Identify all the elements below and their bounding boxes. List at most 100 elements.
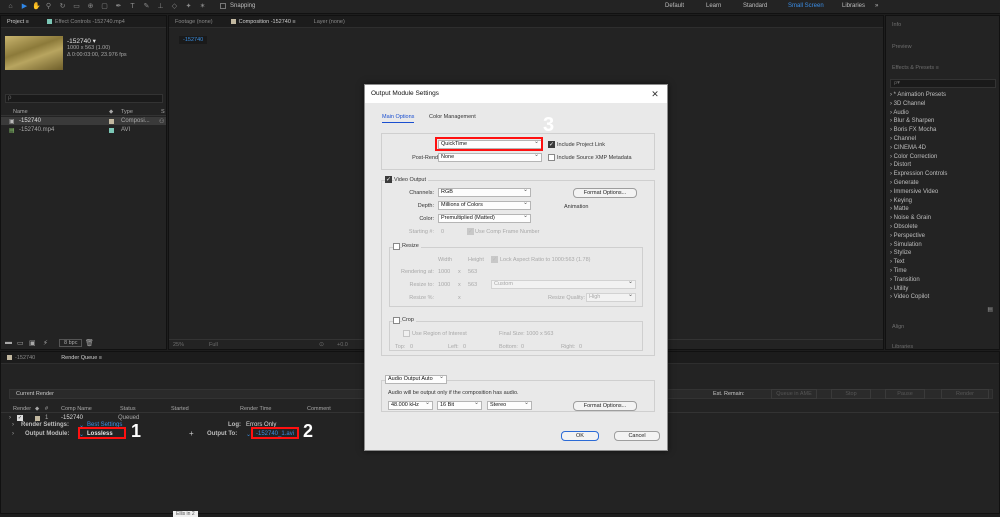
use-roi-checkbox[interactable]: [403, 330, 410, 337]
col-number[interactable]: #: [45, 406, 48, 412]
channels-dropdown[interactable]: RGB: [438, 187, 531, 197]
workspace-learn[interactable]: Learn: [706, 3, 721, 9]
new-bin-icon[interactable]: ▤: [987, 306, 993, 313]
crop-left-value[interactable]: 0: [463, 344, 466, 350]
audio-bits-dropdown[interactable]: 16 Bit: [437, 400, 482, 410]
effects-category[interactable]: › Time: [890, 267, 907, 276]
crop-checkbox[interactable]: [393, 317, 400, 324]
zoom-tool-icon[interactable]: ⚲: [44, 2, 53, 11]
effects-category[interactable]: › Channel: [890, 135, 916, 144]
tab-composition[interactable]: Composition -152740 ≡: [230, 19, 296, 25]
libraries-panel-title[interactable]: Libraries: [892, 344, 913, 350]
audio-output-dropdown[interactable]: Audio Output Auto: [385, 374, 447, 384]
trash-icon[interactable]: 🗑: [85, 339, 94, 347]
effects-category[interactable]: › Simulation: [890, 241, 922, 250]
expand-arrow-icon[interactable]: ›: [12, 431, 14, 437]
camera-tool-icon[interactable]: ▭: [72, 2, 81, 11]
resize-to-preset-dropdown[interactable]: Custom: [491, 279, 636, 289]
effects-category[interactable]: › Transition: [890, 276, 920, 285]
selection-tool-icon[interactable]: ▶: [20, 2, 29, 11]
lock-aspect-checkbox[interactable]: ✓: [491, 256, 498, 263]
col-name[interactable]: Name: [13, 109, 28, 115]
close-icon[interactable]: ✕: [649, 88, 661, 100]
col-render[interactable]: Render: [13, 406, 31, 412]
effects-category[interactable]: › Audio: [890, 109, 909, 118]
workspace-standard[interactable]: Standard: [743, 3, 767, 9]
include-xmp-checkbox[interactable]: [548, 154, 555, 161]
resize-to-height[interactable]: 563: [468, 282, 477, 288]
effects-category[interactable]: › Utility: [890, 285, 908, 294]
render-button[interactable]: Render: [941, 389, 989, 399]
ok-button[interactable]: OK: [561, 431, 599, 441]
project-row-footage[interactable]: ▤ -152740.mp4 AVI: [1, 126, 166, 134]
effects-category[interactable]: › * Animation Presets: [890, 91, 946, 100]
tab-timeline[interactable]: -152740: [7, 355, 35, 361]
effects-search-input[interactable]: ρ▾: [890, 79, 996, 88]
project-search-input[interactable]: ρ: [5, 94, 163, 103]
item-name[interactable]: -152740 ▾: [67, 37, 96, 45]
roto-tool-icon[interactable]: ✦: [184, 2, 193, 11]
flowchart-icon[interactable]: ⚡: [43, 339, 48, 347]
exposure-value[interactable]: +0.0: [337, 342, 348, 348]
rotate-tool-icon[interactable]: ↻: [58, 2, 67, 11]
type-tool-icon[interactable]: T: [128, 2, 137, 11]
effects-category[interactable]: › Color Correction: [890, 153, 937, 162]
tab-render-queue[interactable]: Render Queue ≡: [61, 355, 102, 361]
starting-value[interactable]: 0: [441, 229, 444, 235]
include-project-link-checkbox[interactable]: ✓: [548, 141, 555, 148]
effects-category[interactable]: › Generate: [890, 179, 919, 188]
project-row-comp[interactable]: ▣ -152740 Composi... ⚇: [1, 117, 166, 125]
col-render-time[interactable]: Render Time: [240, 406, 272, 412]
bit-depth-button[interactable]: 8 bpc: [59, 339, 83, 347]
audio-channels-dropdown[interactable]: Stereo: [487, 400, 532, 410]
add-output-module-button[interactable]: +: [189, 429, 194, 438]
pan-behind-tool-icon[interactable]: ⊕: [86, 2, 95, 11]
comp-breadcrumb[interactable]: -152740: [179, 36, 208, 44]
effects-category[interactable]: › Blur & Sharpen: [890, 117, 934, 126]
tab-color-management[interactable]: Color Management: [429, 114, 476, 120]
stop-button[interactable]: Stop: [831, 389, 871, 399]
effects-category[interactable]: › Perspective: [890, 232, 925, 241]
col-status[interactable]: Status: [120, 406, 136, 412]
preview-panel-title[interactable]: Preview: [892, 44, 912, 50]
expand-arrow-icon[interactable]: ›: [12, 422, 14, 428]
puppet-tool-icon[interactable]: ✶: [198, 2, 207, 11]
clone-tool-icon[interactable]: ⊥: [156, 2, 165, 11]
color-dropdown[interactable]: Premultiplied (Matted): [438, 213, 531, 223]
interpret-footage-icon[interactable]: ▬: [5, 339, 12, 346]
new-folder-icon[interactable]: ▭: [17, 339, 24, 347]
workspace-libraries[interactable]: Libraries: [842, 3, 865, 9]
resolution-dropdown[interactable]: Full: [209, 342, 218, 348]
resize-checkbox[interactable]: [393, 243, 400, 250]
home-icon[interactable]: ⌂: [6, 2, 15, 11]
depth-dropdown[interactable]: Millions of Colors: [438, 200, 531, 210]
info-panel-title[interactable]: Info: [892, 22, 901, 28]
camera-icon[interactable]: ⊙: [319, 341, 324, 348]
effects-category[interactable]: › CINEMA 4D: [890, 144, 926, 153]
pen-tool-icon[interactable]: ✒: [114, 2, 123, 11]
mask-tool-icon[interactable]: ▢: [100, 2, 109, 11]
expand-arrow-icon[interactable]: ›: [9, 415, 11, 421]
effects-category[interactable]: › Distort: [890, 161, 911, 170]
effects-category[interactable]: › Matte: [890, 205, 909, 214]
effects-category[interactable]: › Immersive Video: [890, 188, 938, 197]
audio-format-options-button[interactable]: Format Options...: [573, 401, 637, 411]
crop-top-value[interactable]: 0: [410, 344, 413, 350]
effects-category[interactable]: › Video Copilot: [890, 293, 929, 302]
tab-layer[interactable]: Layer (none): [314, 19, 345, 25]
video-output-checkbox[interactable]: ✓: [385, 176, 392, 183]
effects-category[interactable]: › Expression Controls: [890, 170, 947, 179]
align-panel-title[interactable]: Align: [892, 324, 904, 330]
workspace-default[interactable]: Default: [665, 3, 684, 9]
tab-footage[interactable]: Footage (none): [175, 19, 213, 25]
eraser-tool-icon[interactable]: ◇: [170, 2, 179, 11]
queue-in-ame-button[interactable]: Queue in AME: [771, 389, 817, 399]
effects-category[interactable]: › Noise & Grain: [890, 214, 931, 223]
col-started[interactable]: Started: [171, 406, 189, 412]
col-comp-name[interactable]: Comp Name: [61, 406, 92, 412]
resize-quality-dropdown[interactable]: High: [586, 292, 636, 302]
workspace-small-screen[interactable]: Small Screen: [788, 3, 824, 9]
format-options-button[interactable]: Format Options...: [573, 188, 637, 198]
effects-category[interactable]: › Keying: [890, 197, 912, 206]
tab-main-options[interactable]: Main Options: [382, 114, 415, 123]
